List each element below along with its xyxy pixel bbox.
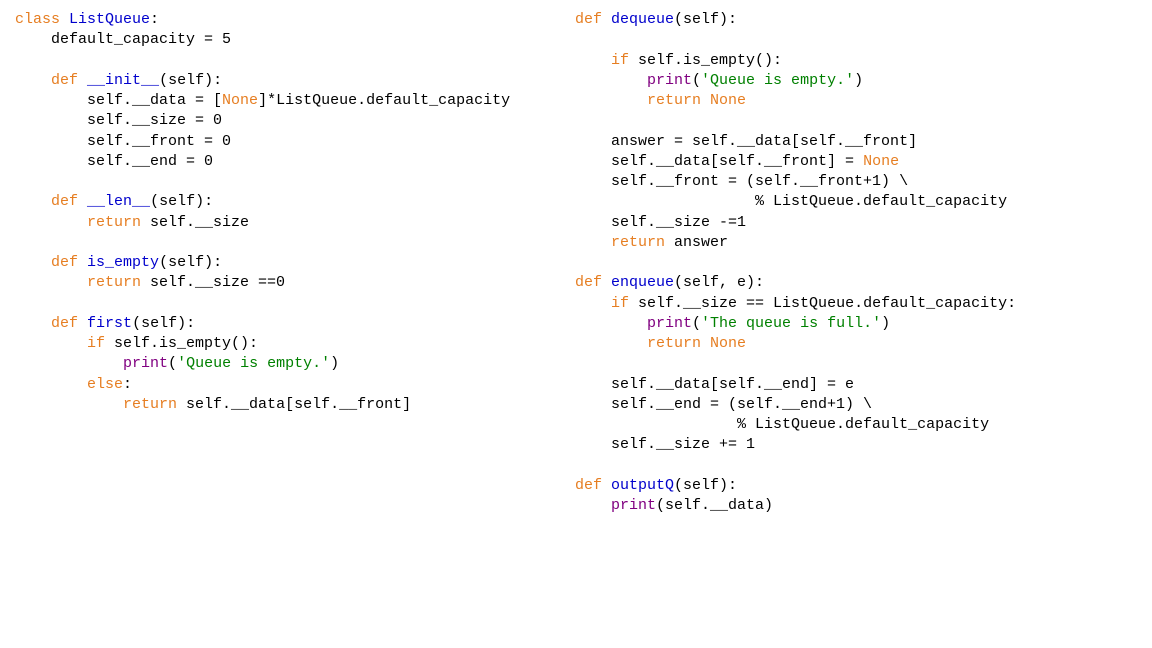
method-name: __len__ bbox=[87, 193, 150, 210]
builtin-print: print bbox=[123, 355, 168, 372]
line: self.__size += 1 bbox=[611, 436, 755, 453]
line: self.__size -=1 bbox=[611, 214, 746, 231]
keyword-return: return bbox=[611, 234, 665, 251]
code-column-left: class ListQueue: default_capacity = 5 de… bbox=[15, 10, 575, 415]
method-name: enqueue bbox=[611, 274, 674, 291]
line: self.__front = (self.__front+1) \ bbox=[611, 173, 908, 190]
method-name: __init__ bbox=[87, 72, 159, 89]
line: self.__end = (self.__end+1) \ bbox=[611, 396, 872, 413]
line: self.__end = 0 bbox=[87, 153, 213, 170]
none-literal: None bbox=[701, 92, 746, 109]
line: default_capacity = 5 bbox=[51, 31, 231, 48]
method-name: outputQ bbox=[611, 477, 674, 494]
method-name: is_empty bbox=[87, 254, 159, 271]
method-name: dequeue bbox=[611, 11, 674, 28]
string-literal: 'Queue is empty.' bbox=[177, 355, 330, 372]
keyword-def: def bbox=[51, 254, 78, 271]
keyword-def: def bbox=[575, 274, 602, 291]
none-literal: None bbox=[863, 153, 899, 170]
line: self.__size = 0 bbox=[87, 112, 222, 129]
keyword-else: else bbox=[87, 376, 123, 393]
keyword-return: return bbox=[87, 214, 141, 231]
none-literal: None bbox=[222, 92, 258, 109]
keyword-return: return bbox=[647, 335, 701, 352]
string-literal: 'The queue is full.' bbox=[701, 315, 881, 332]
keyword-if: if bbox=[611, 52, 629, 69]
keyword-return: return bbox=[647, 92, 701, 109]
string-literal: 'Queue is empty.' bbox=[701, 72, 854, 89]
keyword-def: def bbox=[575, 11, 602, 28]
builtin-print: print bbox=[647, 72, 692, 89]
builtin-print: print bbox=[647, 315, 692, 332]
line: % ListQueue.default_capacity bbox=[611, 416, 989, 433]
line: self.__data[self.__end] = e bbox=[611, 376, 854, 393]
method-name: first bbox=[87, 315, 132, 332]
line: self.__data[self.__front] = bbox=[611, 153, 863, 170]
line: self.__front = 0 bbox=[87, 133, 231, 150]
builtin-print: print bbox=[611, 497, 656, 514]
keyword-class: class bbox=[15, 11, 60, 28]
keyword-if: if bbox=[611, 295, 629, 312]
keyword-return: return bbox=[87, 274, 141, 291]
keyword-def: def bbox=[51, 193, 78, 210]
keyword-if: if bbox=[87, 335, 105, 352]
none-literal: None bbox=[701, 335, 746, 352]
keyword-def: def bbox=[575, 477, 602, 494]
line: answer = self.__data[self.__front] bbox=[611, 133, 917, 150]
keyword-def: def bbox=[51, 315, 78, 332]
class-name: ListQueue bbox=[69, 11, 150, 28]
line: % ListQueue.default_capacity bbox=[611, 193, 1007, 210]
keyword-return: return bbox=[123, 396, 177, 413]
keyword-def: def bbox=[51, 72, 78, 89]
code-column-right: def dequeue(self): if self.is_empty(): p… bbox=[575, 10, 1137, 516]
